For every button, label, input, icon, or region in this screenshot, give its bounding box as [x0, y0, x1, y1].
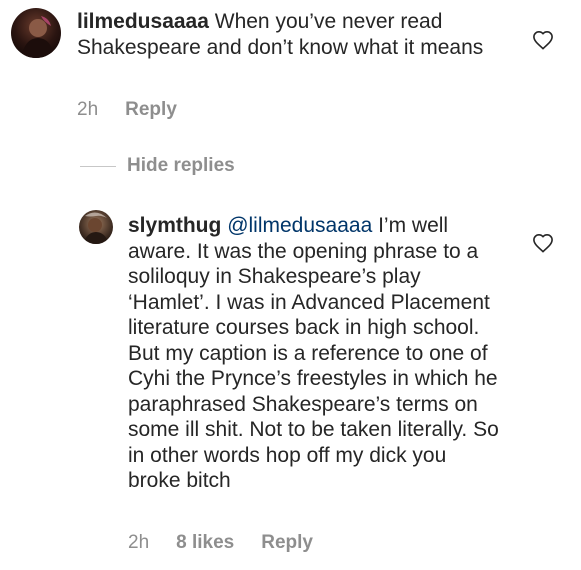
username[interactable]: lilmedusaaaa: [77, 10, 209, 33]
comment-meta: 2h Reply: [77, 99, 177, 121]
comment: lilmedusaaaa When you’ve never read Shak…: [0, 0, 581, 140]
username[interactable]: slymthug: [128, 214, 221, 237]
mention-link[interactable]: @lilmedusaaaa: [227, 214, 372, 237]
reply-body: I’m well aware. It was the opening phras…: [128, 214, 499, 492]
avatar[interactable]: [11, 8, 61, 58]
like-button[interactable]: [532, 30, 554, 50]
reply-button[interactable]: Reply: [125, 99, 177, 121]
heart-outline-icon: [533, 234, 553, 253]
reply-button[interactable]: Reply: [261, 532, 313, 554]
hide-replies-label: Hide replies: [127, 155, 235, 176]
reply-meta: 2h 8 likes Reply: [128, 532, 313, 554]
hide-replies-button[interactable]: Hide replies: [80, 155, 235, 177]
reply-comment: slymthug @lilmedusaaaa I’m well aware. I…: [0, 200, 581, 570]
timestamp: 2h: [128, 532, 150, 553]
heart-outline-icon: [533, 31, 553, 50]
divider-line: [80, 165, 116, 167]
like-button[interactable]: [532, 233, 554, 253]
comment-text: lilmedusaaaa When you’ve never read Shak…: [77, 9, 517, 60]
likes-count[interactable]: 8 likes: [176, 532, 234, 554]
timestamp: 2h: [77, 99, 99, 120]
reply-text: slymthug @lilmedusaaaa I’m well aware. I…: [128, 213, 500, 494]
avatar[interactable]: [79, 210, 113, 244]
